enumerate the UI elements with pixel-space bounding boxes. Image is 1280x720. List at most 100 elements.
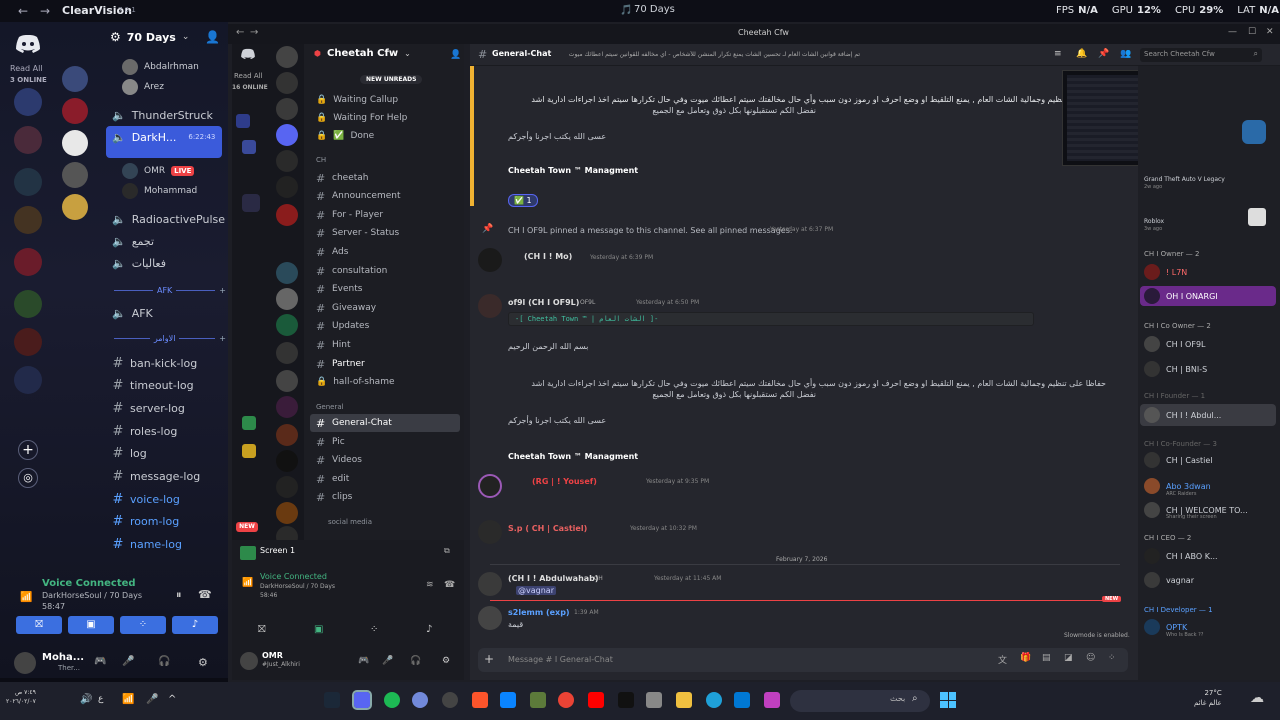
text-channel[interactable]: # Pic bbox=[316, 434, 345, 450]
add-member-icon[interactable]: 👤 bbox=[450, 50, 461, 60]
server-icon[interactable] bbox=[14, 88, 42, 116]
discord-logo-icon[interactable] bbox=[240, 48, 256, 60]
voice-channel-path[interactable]: DarkHorseSoul / 70 Days bbox=[42, 591, 142, 600]
server-icon[interactable] bbox=[276, 262, 298, 284]
server-icon[interactable] bbox=[14, 290, 42, 318]
discord-taskbar-icon[interactable] bbox=[352, 690, 372, 710]
apps-icon[interactable]: ⁘ bbox=[1108, 653, 1116, 663]
member-item[interactable]: CH I ABO K... bbox=[1144, 548, 1218, 564]
member-item[interactable]: OH I ONARGI bbox=[1144, 288, 1218, 304]
headset-icon[interactable]: 🎧 bbox=[410, 656, 421, 666]
text-channel[interactable]: # cheetah bbox=[316, 170, 368, 186]
server-icon[interactable] bbox=[14, 366, 42, 394]
tray-chevron-icon[interactable]: ^ bbox=[168, 694, 176, 705]
server-icon[interactable] bbox=[14, 206, 42, 234]
camera-button[interactable]: ⛝ bbox=[16, 616, 62, 634]
server-icon[interactable] bbox=[276, 502, 298, 524]
text-channel[interactable]: 🔒 hall-of-shame bbox=[316, 374, 395, 390]
popout-icon[interactable]: ⧉ bbox=[444, 546, 450, 556]
bell-icon[interactable]: 🔔 bbox=[1076, 49, 1087, 59]
avatar[interactable] bbox=[478, 520, 502, 544]
server-icon[interactable] bbox=[276, 342, 298, 364]
taskbar-clock[interactable]: ٧:٤٩ ص ٢٠٢٦/٠٢/٠٧ bbox=[6, 688, 36, 706]
voice-channel-radioactive[interactable]: 🔈 RadioactivePulse bbox=[112, 210, 225, 228]
server-icon[interactable] bbox=[276, 314, 298, 336]
voice-user-omr[interactable]: OMR LIVE bbox=[122, 162, 195, 180]
minimize-icon[interactable]: — bbox=[1228, 27, 1237, 37]
activities-button[interactable]: ⁘ bbox=[120, 616, 166, 634]
server-icon[interactable] bbox=[276, 176, 298, 198]
member-item[interactable]: CH I OF9L bbox=[1144, 336, 1206, 352]
text-channel[interactable]: # Server - Status bbox=[316, 225, 399, 241]
member-item[interactable]: CH | Castiel bbox=[1144, 452, 1213, 468]
forward-arrow-icon[interactable]: → bbox=[40, 4, 50, 18]
screen-share-thumb[interactable] bbox=[240, 546, 256, 560]
mail-icon[interactable] bbox=[734, 692, 750, 708]
members-icon[interactable]: 👥 bbox=[1120, 49, 1131, 59]
server-icon[interactable] bbox=[62, 162, 88, 188]
server-icon[interactable] bbox=[276, 288, 298, 310]
avatar[interactable] bbox=[478, 572, 502, 596]
text-channel[interactable]: # ban-kick-log bbox=[112, 354, 198, 372]
text-channel[interactable]: # Giveaway bbox=[316, 300, 376, 316]
category-general[interactable]: General bbox=[316, 403, 344, 411]
server-icon[interactable] bbox=[14, 126, 42, 154]
gif-icon[interactable]: ▤ bbox=[1042, 653, 1051, 663]
text-channel[interactable]: # name-log bbox=[112, 535, 182, 553]
text-channel[interactable]: # roles-log bbox=[112, 422, 178, 440]
folder-icon[interactable] bbox=[236, 114, 250, 128]
server-icon[interactable] bbox=[276, 370, 298, 392]
message-author[interactable]: S.p ( CH | Castiel) bbox=[508, 524, 587, 533]
back-arrow-icon[interactable]: ← bbox=[18, 4, 28, 18]
add-attachment-icon[interactable]: + bbox=[484, 652, 494, 666]
maximize-icon[interactable]: ☐ bbox=[1248, 27, 1256, 37]
avatar[interactable] bbox=[14, 652, 36, 674]
text-channel[interactable]: # Hint bbox=[316, 337, 351, 353]
voice-channel-afk[interactable]: 🔈 AFK bbox=[112, 304, 153, 322]
member-item[interactable]: CH I ! Abdul... bbox=[1144, 407, 1221, 423]
server-icon[interactable] bbox=[276, 150, 298, 172]
message-author[interactable]: (CH I ! Mo) bbox=[524, 252, 572, 261]
emoji-icon[interactable]: ☺ bbox=[1086, 653, 1095, 663]
windows-start-icon[interactable] bbox=[940, 692, 956, 708]
voice-channel-events[interactable]: 🔈 فعاليات bbox=[112, 254, 166, 272]
text-channel[interactable]: # consultation bbox=[316, 263, 387, 279]
channel-topic[interactable]: تم إضافة قوانين الشات العام لـ تحسين الش… bbox=[560, 51, 860, 58]
text-channel[interactable]: # Partner bbox=[316, 356, 365, 372]
waveform-icon[interactable]: ⏸ bbox=[176, 588, 182, 602]
soundboard-button[interactable]: ♪ bbox=[172, 616, 218, 634]
chrome-icon[interactable] bbox=[558, 692, 574, 708]
category-ch[interactable]: CH bbox=[316, 156, 326, 164]
text-channel[interactable]: # edit bbox=[316, 471, 349, 487]
minecraft-icon[interactable] bbox=[530, 692, 546, 708]
server-header[interactable]: ⬢ Cheetah Cfw ⌄ bbox=[314, 48, 411, 59]
message-composer[interactable]: + Message # I General-Chat 文 🎁 ▤ ◪ ☺ ⁘ bbox=[478, 648, 1128, 672]
search-input[interactable]: Search Cheetah Cfw ⌕ bbox=[1140, 48, 1262, 62]
gift-icon[interactable]: 🎁 bbox=[1020, 653, 1031, 663]
threads-icon[interactable]: ≡ bbox=[1054, 49, 1062, 59]
avatar[interactable] bbox=[478, 294, 502, 318]
back-arrow-icon[interactable]: ← bbox=[236, 27, 244, 38]
noise-suppression-icon[interactable]: ≋ bbox=[426, 580, 434, 590]
server-icon[interactable] bbox=[62, 98, 88, 124]
folder-icon[interactable] bbox=[242, 194, 260, 212]
edge-icon[interactable] bbox=[706, 692, 722, 708]
spotify-icon[interactable] bbox=[384, 692, 400, 708]
camera-off-icon[interactable]: ⛝ bbox=[258, 624, 266, 635]
mention[interactable]: @vagnar bbox=[516, 586, 556, 595]
forward-arrow-icon[interactable]: → bbox=[250, 27, 258, 38]
activity-name[interactable]: Roblox bbox=[1144, 218, 1164, 225]
tiktok-icon[interactable] bbox=[618, 692, 634, 708]
member-item[interactable]: CH | BNI-S bbox=[1144, 361, 1207, 377]
server-icon[interactable] bbox=[62, 66, 88, 92]
server-icon[interactable] bbox=[276, 98, 298, 120]
youtube-icon[interactable] bbox=[588, 692, 604, 708]
voice-user[interactable]: Abdalrhman bbox=[122, 58, 199, 76]
copilot-icon[interactable] bbox=[764, 692, 780, 708]
text-channel[interactable]: # Announcement bbox=[316, 188, 401, 204]
server-icon[interactable] bbox=[276, 46, 298, 68]
wifi-icon[interactable]: 📶 bbox=[122, 694, 134, 705]
text-channel[interactable]: # clips bbox=[316, 489, 352, 505]
voice-channel-path[interactable]: DarkHorseSoul / 70 Days bbox=[260, 583, 335, 590]
screen-icon[interactable]: ▣ bbox=[314, 624, 323, 635]
